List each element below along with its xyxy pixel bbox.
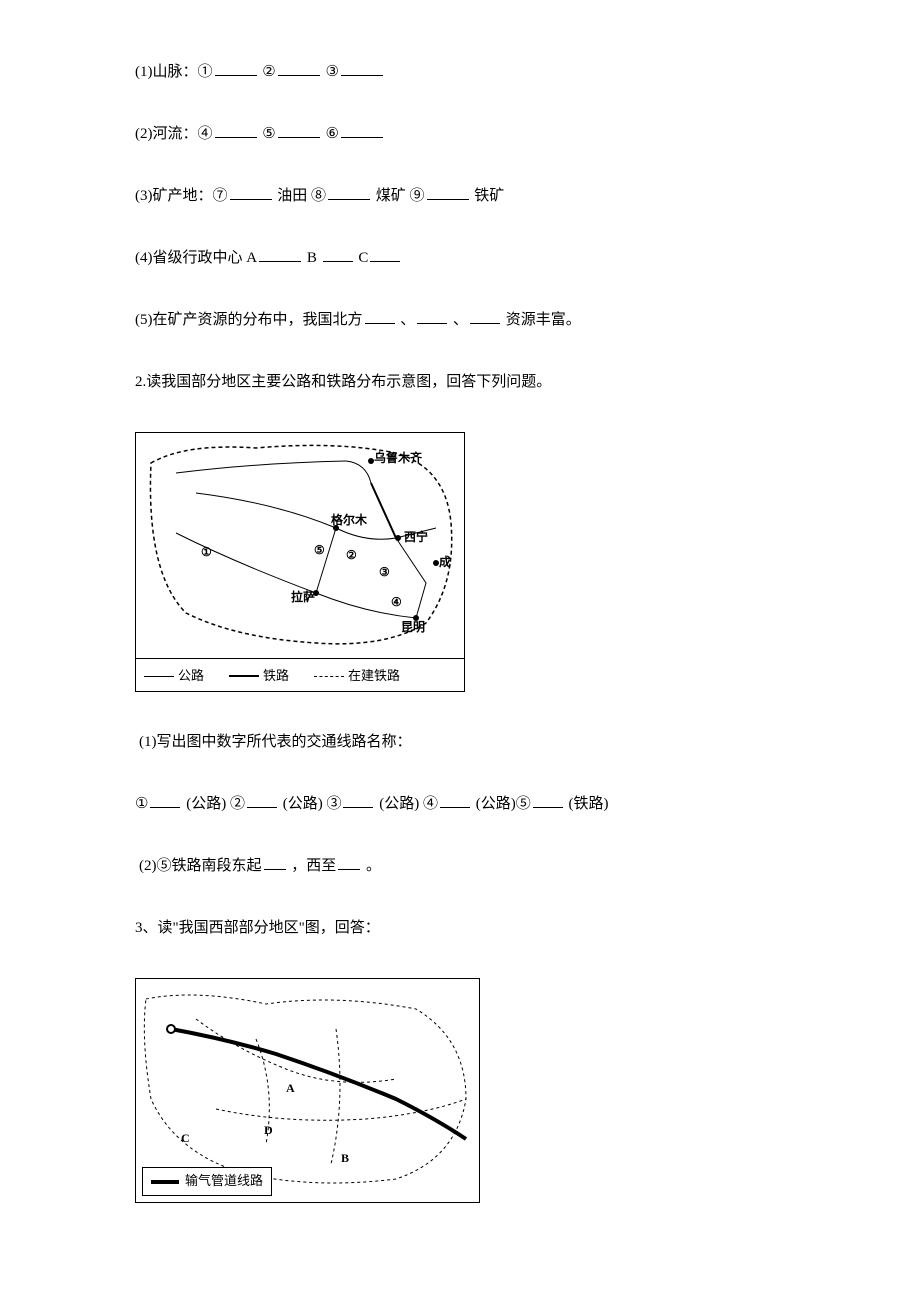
q1-1-mid2: ③ — [325, 64, 338, 80]
blank[interactable] — [230, 184, 272, 200]
label-chengdu: 成 — [439, 553, 451, 572]
q2-sub1-line: ① (公路) ② (公路) ③ (公路) ④ (公路)⑤ (铁路) — [135, 792, 785, 816]
q1-5-suffix: 资源丰富。 — [506, 312, 581, 328]
legend-rail-text: 铁路 — [263, 666, 289, 687]
q1-4-prefix: (4)省级行政中心 A — [135, 250, 257, 266]
q1-line4: (4)省级行政中心 A B C — [135, 246, 785, 270]
map2-legend: 输气管道线路 — [142, 1167, 272, 1196]
label-A: A — [286, 1079, 295, 1098]
q2s1-r1: (公路) ② — [186, 796, 245, 812]
label-xining: 西宁 — [404, 528, 428, 547]
q2s2-suffix: 。 — [366, 858, 381, 874]
blank[interactable] — [264, 854, 286, 870]
q2-sub2-line: (2)⑤铁路南段东起 ，西至 。 — [135, 854, 785, 878]
blank[interactable] — [215, 122, 257, 138]
blank[interactable] — [427, 184, 469, 200]
blank[interactable] — [417, 308, 447, 324]
pipeline-legend-text: 输气管道线路 — [185, 1171, 263, 1192]
blank[interactable] — [150, 792, 180, 808]
blank[interactable] — [278, 60, 320, 76]
label-D: D — [264, 1121, 273, 1140]
blank[interactable] — [323, 246, 353, 262]
q2s1-1: ① — [135, 796, 148, 812]
q2s1-r3: (公路) ④ — [379, 796, 438, 812]
q1-1-mid1: ② — [262, 64, 275, 80]
map1-container: 乌鲁木齐 格尔木 西宁 拉萨 成 昆明 ① ② ③ ④ ⑤ 公路 铁路 在建铁路 — [135, 432, 465, 692]
q1-3-prefix: (3)矿产地：⑦ — [135, 188, 228, 204]
blank[interactable] — [343, 792, 373, 808]
q1-5-mid1: 、 — [400, 312, 415, 328]
map2-container: A B C D 输气管道线路 — [135, 978, 480, 1203]
label-lhasa: 拉萨 — [291, 588, 315, 607]
q1-line5: (5)在矿产资源的分布中，我国北方 、 、 资源丰富。 — [135, 308, 785, 332]
q1-2-mid1: ⑤ — [262, 126, 275, 142]
q1-2-mid2: ⑥ — [325, 126, 338, 142]
blank[interactable] — [533, 792, 563, 808]
q1-3-mid1: 油田 ⑧ — [277, 188, 326, 204]
q1-line3: (3)矿产地：⑦ 油田 ⑧ 煤矿 ⑨ 铁矿 — [135, 184, 785, 208]
blank[interactable] — [365, 308, 395, 324]
q1-4-mid1: B — [307, 250, 321, 266]
q1-line2: (2)河流：④ ⑤ ⑥ — [135, 122, 785, 146]
legend-building-text: 在建铁路 — [348, 666, 400, 687]
q2s1-r2: (公路) ③ — [283, 796, 342, 812]
blank[interactable] — [278, 122, 320, 138]
q1-4-mid2: C — [358, 250, 368, 266]
q2s2-prefix: (2)⑤铁路南段东起 — [139, 858, 262, 874]
blank[interactable] — [440, 792, 470, 808]
blank[interactable] — [338, 854, 360, 870]
q2s1-r4: (公路)⑤ — [476, 796, 531, 812]
legend-building-icon — [314, 676, 344, 677]
blank[interactable] — [341, 60, 383, 76]
label-n1: ① — [201, 543, 212, 562]
q2-intro: 2.读我国部分地区主要公路和铁路分布示意图，回答下列问题。 — [135, 370, 785, 394]
q1-5-mid2: 、 — [453, 312, 468, 328]
q2s2-mid: ，西至 — [291, 858, 336, 874]
label-n5: ⑤ — [314, 541, 325, 560]
blank[interactable] — [328, 184, 370, 200]
blank[interactable] — [215, 60, 257, 76]
pipeline-icon — [151, 1180, 179, 1184]
map1-legend: 公路 铁路 在建铁路 — [136, 658, 464, 693]
label-n3: ③ — [379, 563, 390, 582]
q1-1-prefix: (1)山脉：① — [135, 64, 213, 80]
q1-5-prefix: (5)在矿产资源的分布中，我国北方 — [135, 312, 363, 328]
q2-sub1-title: (1)写出图中数字所代表的交通线路名称： — [135, 730, 785, 754]
label-golmud: 格尔木 — [331, 511, 367, 530]
legend-rail-icon — [229, 675, 259, 677]
label-kunming: 昆明 — [401, 618, 425, 637]
legend-road-text: 公路 — [178, 666, 204, 687]
label-C: C — [181, 1129, 190, 1148]
label-n4: ④ — [391, 593, 402, 612]
label-n2: ② — [346, 546, 357, 565]
q1-line1: (1)山脉：① ② ③ — [135, 60, 785, 84]
map1-image: 乌鲁木齐 格尔木 西宁 拉萨 成 昆明 ① ② ③ ④ ⑤ — [136, 433, 464, 658]
label-urumqi: 乌鲁木齐 — [374, 449, 422, 468]
blank[interactable] — [259, 246, 301, 262]
q3-intro: 3、读"我国西部部分地区"图，回答： — [135, 916, 785, 940]
q2s1-r5: (铁路) — [568, 796, 608, 812]
blank[interactable] — [470, 308, 500, 324]
q1-3-suffix: 铁矿 — [474, 188, 504, 204]
label-B: B — [341, 1149, 349, 1168]
blank[interactable] — [247, 792, 277, 808]
blank[interactable] — [341, 122, 383, 138]
legend-road-icon — [144, 676, 174, 677]
q1-2-prefix: (2)河流：④ — [135, 126, 213, 142]
blank[interactable] — [370, 246, 400, 262]
q1-3-mid2: 煤矿 ⑨ — [376, 188, 425, 204]
